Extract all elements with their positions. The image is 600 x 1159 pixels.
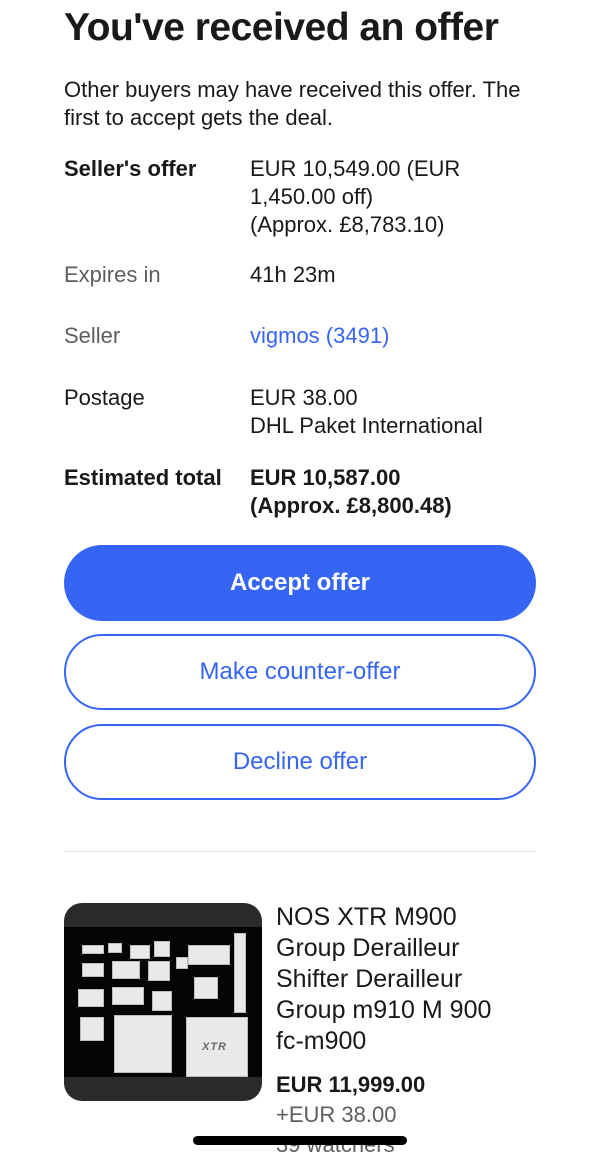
item-title[interactable]: NOS XTR M900 Group Derailleur Shifter De… [276, 902, 536, 1057]
sellers-offer-amount: EUR 10,549.00 (EUR [250, 156, 461, 181]
item-thumbnail[interactable]: XTR [64, 903, 262, 1101]
expires-row: Expires in 41h 23m [64, 261, 544, 289]
page-title: You've received an offer [64, 6, 499, 49]
estimated-total-label: Estimated total [64, 465, 222, 490]
postage-service: DHL Paket International [250, 413, 483, 438]
expires-label: Expires in [64, 262, 161, 287]
counter-offer-button[interactable]: Make counter-offer [64, 634, 536, 710]
estimated-total-value: EUR 10,587.00 (Approx. £8,800.48) [250, 464, 540, 520]
item-photo-brand-text: XTR [202, 1041, 227, 1053]
postage-row: Postage EUR 38.00 DHL Paket Internationa… [64, 384, 544, 440]
offer-notice: Other buyers may have received this offe… [64, 77, 521, 130]
sellers-offer-label: Seller's offer [64, 156, 197, 181]
postage-cost: EUR 38.00 [250, 385, 358, 410]
seller-link[interactable]: vigmos (3491) [250, 322, 540, 350]
seller-row: Seller vigmos (3491) [64, 322, 544, 350]
estimated-total-amount: EUR 10,587.00 [250, 465, 401, 490]
decline-offer-button[interactable]: Decline offer [64, 724, 536, 800]
estimated-total-row: Estimated total EUR 10,587.00 (Approx. £… [64, 464, 544, 520]
expires-value: 41h 23m [250, 262, 336, 287]
sellers-offer-value: EUR 10,549.00 (EUR 1,450.00 off) (Approx… [250, 155, 540, 239]
postage-label: Postage [64, 385, 145, 410]
postage-value: EUR 38.00 DHL Paket International [250, 384, 540, 440]
item-photo: XTR [64, 927, 262, 1077]
sellers-offer-approx: (Approx. £8,783.10) [250, 212, 445, 237]
estimated-total-approx: (Approx. £8,800.48) [250, 493, 452, 518]
item-price: EUR 11,999.00 [276, 1072, 426, 1097]
accept-offer-button[interactable]: Accept offer [64, 545, 536, 621]
item-postage: +EUR 38.00 [276, 1102, 397, 1127]
seller-label: Seller [64, 323, 121, 348]
sellers-offer-discount: 1,450.00 off) [250, 184, 374, 209]
home-indicator[interactable] [193, 1136, 407, 1145]
section-divider [64, 851, 536, 852]
offer-page: You've received an offer Other buyers ma… [0, 0, 600, 1159]
sellers-offer-row: Seller's offer EUR 10,549.00 (EUR 1,450.… [64, 155, 544, 239]
